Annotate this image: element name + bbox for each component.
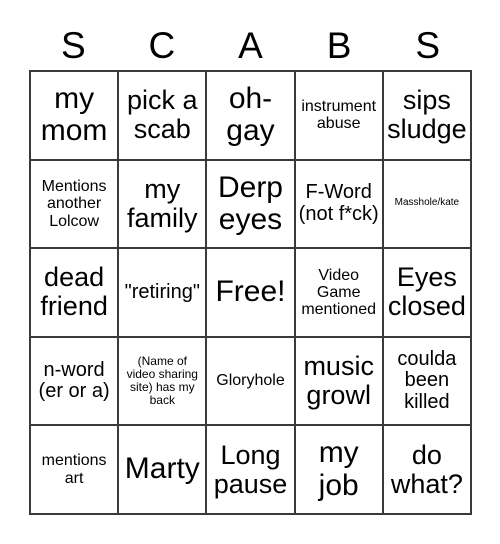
bingo-cell-label: my mom (40, 81, 108, 148)
bingo-cell-r1-c1[interactable]: my family (119, 160, 208, 250)
bingo-cell-label: music growl (303, 350, 374, 411)
bingo-cell-r3-c0[interactable]: n-word (er or a) (31, 337, 120, 427)
bingo-cell-label: Long pause (213, 439, 288, 499)
bingo-cell-label: coulda been killed (397, 347, 457, 413)
bingo-cell-label: pick a scab (127, 85, 198, 145)
bingo-header-letter-2: A (238, 24, 263, 66)
bingo-cell-r2-c4[interactable]: Eyes closed (383, 249, 472, 338)
bingo-cell-r3-c1[interactable]: (Name of video sharing site) has my back (119, 337, 208, 427)
bingo-cell-r0-c1[interactable]: pick a scab (119, 72, 208, 161)
bingo-cell-r3-c2[interactable]: Gloryhole (207, 337, 296, 427)
bingo-cell-r0-c3[interactable]: instrument abuse (295, 72, 384, 161)
bingo-cell-r4-c1[interactable]: Marty (119, 426, 208, 515)
bingo-cell-label: my job (318, 436, 359, 502)
bingo-cell-r3-c4[interactable]: coulda been killed (383, 337, 472, 427)
bingo-cell-label: "retiring" (124, 280, 200, 303)
bingo-cell-r4-c3[interactable]: my job (295, 426, 384, 515)
bingo-cell-r0-c2[interactable]: oh-gay (207, 72, 296, 161)
bingo-cell-label: Derp eyes (217, 170, 283, 236)
bingo-cell-label: Gloryhole (216, 372, 285, 390)
bingo-cell-label: mentions art (41, 452, 107, 487)
bingo-header-letter-0: S (60, 24, 86, 66)
bingo-cell-r2-c1[interactable]: "retiring" (119, 249, 208, 338)
bingo-cell-r0-c0[interactable]: my mom (31, 72, 120, 161)
bingo-cell-r1-c0[interactable]: Mentions another Lolcow (31, 160, 120, 250)
bingo-cell-label: sips sludge (387, 85, 467, 145)
bingo-cell-label: (Name of video sharing site) has my back (126, 354, 198, 408)
bingo-cell-r4-c2[interactable]: Long pause (207, 426, 296, 515)
bingo-header-letter-3: B (326, 24, 352, 66)
bingo-header-letter-1: C (148, 24, 176, 66)
bingo-cell-r4-c0[interactable]: mentions art (31, 426, 120, 515)
bingo-cell-label: F-Word (not f*ck) (298, 181, 379, 225)
bingo-cell-label: n-word (er or a) (38, 358, 110, 403)
bingo-cell-label: Free! (215, 275, 286, 309)
bingo-cell-r1-c4[interactable]: Masshole/kate (383, 160, 472, 250)
bingo-header-letter-4: S (415, 24, 441, 66)
bingo-cell-label: oh-gay (226, 81, 275, 148)
bingo-grid: my mom pick a scab oh-gay instrument abuse s… (29, 70, 472, 515)
bingo-cell-label: instrument abuse (301, 98, 377, 133)
bingo-cell-label: Eyes closed (387, 262, 466, 322)
bingo-cell-label: Video Game mentioned (301, 266, 377, 319)
bingo-cell-label: dead friend (40, 262, 108, 322)
bingo-cell-r2-c2[interactable]: Free! (207, 249, 296, 338)
bingo-cell-r3-c3[interactable]: music growl (295, 337, 384, 427)
bingo-cell-r0-c4[interactable]: sips sludge (383, 72, 472, 161)
bingo-cell-r2-c0[interactable]: dead friend (31, 249, 120, 338)
bingo-cell-label: Marty (124, 452, 200, 486)
bingo-cell-r1-c2[interactable]: Derp eyes (207, 160, 296, 250)
bingo-cell-r4-c4[interactable]: do what? (383, 426, 472, 515)
bingo-header-row: SCABS (29, 20, 472, 70)
bingo-cell-r1-c3[interactable]: F-Word (not f*ck) (295, 160, 384, 250)
bingo-cell-label: Masshole/kate (394, 197, 460, 209)
bingo-cell-label: Mentions another Lolcow (41, 177, 107, 230)
bingo-cell-label: my family (127, 173, 198, 233)
bingo-cell-label: do what? (390, 439, 463, 499)
bingo-cell-r2-c3[interactable]: Video Game mentioned (295, 249, 384, 338)
bingo-card: S C A B S my mom pick a scab oh-gay instrument … (0, 0, 500, 544)
